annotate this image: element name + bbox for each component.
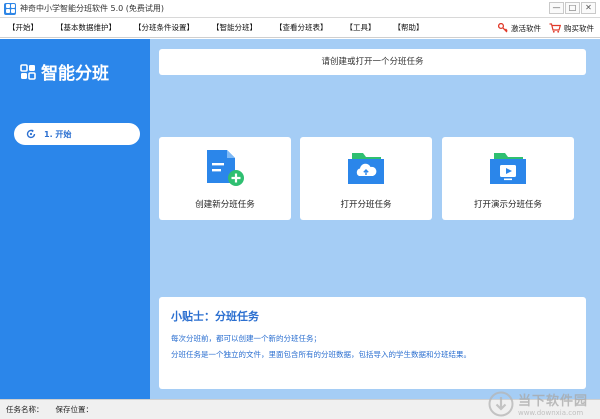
open-task-label: 打开分班任务 [340, 200, 392, 210]
create-task-card[interactable]: 创建新分班任务 [159, 137, 291, 220]
open-demo-task-card[interactable]: 打开演示分班任务 [442, 137, 574, 220]
main-panel: 请创建或打开一个分班任务 创建新分班任务 打开分班任务 打开演示分班任务 小贴士… [150, 39, 600, 399]
buy-button[interactable]: 购买软件 [549, 23, 594, 34]
brand-logo-icon [20, 63, 36, 80]
watermark: 当下软件园 www.downxia.com [488, 390, 588, 417]
sidebar-item-label: 1. 开始 [44, 129, 72, 139]
key-icon [498, 23, 508, 33]
create-task-label: 创建新分班任务 [195, 200, 255, 210]
open-task-card[interactable]: 打开分班任务 [300, 137, 432, 220]
sidebar-item-start[interactable]: 1. 开始 [14, 123, 140, 145]
save-location-label: 保存位置： [55, 405, 94, 414]
activate-label: 激活软件 [511, 23, 541, 33]
cloud-folder-icon [348, 153, 384, 184]
menu-class-conditions[interactable]: 【分班条件设置】 [134, 22, 194, 33]
activate-button[interactable]: 激活软件 [498, 23, 541, 34]
title-bar: 神奇中小学智能分班软件 5.0 (免费试用) — □ ✕ [0, 0, 600, 18]
new-file-icon [207, 150, 244, 186]
watermark-logo-icon [488, 391, 514, 416]
menu-smart-grouping[interactable]: 【智能分班】 [212, 22, 257, 33]
task-name-label: 任务名称： [6, 405, 44, 414]
window-title: 神奇中小学智能分班软件 5.0 (免费试用) [20, 4, 165, 13]
tips-line: 分班任务是一个独立的文件，里面包含所有的分班数据，包括导入的学生数据和分班结果。 [171, 350, 471, 359]
maximize-button[interactable]: □ [565, 2, 580, 14]
menu-basic-data[interactable]: 【基本数据维护】 [56, 22, 116, 33]
menu-start[interactable]: 【开始】 [8, 22, 38, 33]
sidebar: 智能分班 1. 开始 [0, 39, 150, 399]
tips-title: 小贴士：分班任务 [171, 310, 259, 323]
app-icon [4, 2, 16, 15]
minimize-button[interactable]: — [549, 2, 564, 14]
play-folder-icon [490, 153, 526, 184]
prompt-banner: 请创建或打开一个分班任务 [159, 49, 586, 75]
close-button[interactable]: ✕ [581, 2, 596, 14]
tips-line: 每次分班前，都可以创建一个新的分班任务； [171, 334, 321, 343]
cart-icon [549, 23, 561, 33]
menu-bar: 【开始】 【基本数据维护】 【分班条件设置】 【智能分班】 【查看分班表】 【工… [0, 18, 600, 38]
watermark-name: 当下软件园 [517, 394, 588, 409]
tips-panel: 小贴士：分班任务 每次分班前，都可以创建一个新的分班任务； 分班任务是一个独立的… [159, 297, 586, 389]
brand: 智能分班 [20, 59, 109, 84]
window-controls: — □ ✕ [548, 2, 596, 14]
brand-title: 智能分班 [41, 64, 109, 84]
buy-label: 购买软件 [564, 23, 594, 33]
menu-view-class-table[interactable]: 【查看分班表】 [275, 22, 328, 33]
menu-help[interactable]: 【帮助】 [394, 22, 424, 33]
watermark-url: www.downxia.com [517, 409, 584, 417]
menu-right-actions: 激活软件 购买软件 [490, 18, 594, 38]
refresh-icon [26, 129, 36, 139]
menu-tools[interactable]: 【工具】 [346, 22, 376, 33]
open-demo-task-label: 打开演示分班任务 [473, 200, 542, 210]
watermark-text: 当下软件园 www.downxia.com [518, 390, 588, 417]
